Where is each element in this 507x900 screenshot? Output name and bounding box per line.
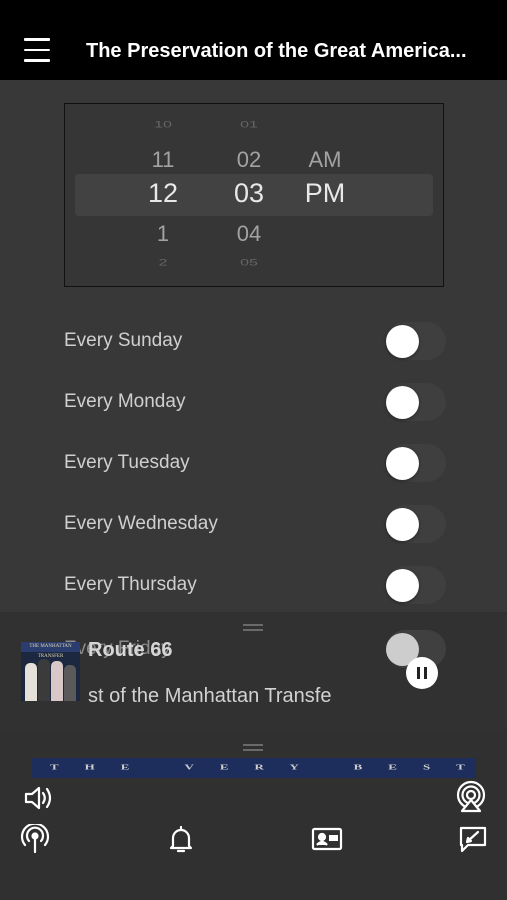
day-row-sunday: Every Sunday (64, 322, 446, 362)
podcast-icon[interactable] (20, 824, 50, 854)
minute-wheel[interactable]: 01 02 03 04 05 (209, 104, 289, 286)
album-banner-text: THE VERY BEST OF (50, 762, 476, 772)
minute-option[interactable]: 01 (209, 120, 289, 131)
minute-selected[interactable]: 03 (209, 178, 289, 209)
airplay-icon[interactable] (454, 780, 488, 814)
ampm-option[interactable]: AM (285, 147, 365, 173)
hamburger-icon[interactable] (24, 38, 50, 64)
now-playing-artist: st of the Manhattan Transfe (88, 685, 332, 707)
day-label: Every Tuesday (64, 452, 190, 473)
toggle-knob (386, 325, 419, 358)
bell-icon[interactable] (167, 824, 195, 854)
now-playing-title: Route 66 (88, 639, 173, 661)
day-label: Every Monday (64, 391, 186, 412)
bottom-panel: THE VERY BEST OF (0, 734, 507, 900)
hour-option[interactable]: 2 (123, 258, 203, 269)
day-row-thursday: Every Thursday (64, 566, 446, 606)
tuesday-toggle[interactable] (386, 444, 446, 482)
time-picker[interactable]: 10 11 12 1 2 01 02 03 04 05 AM PM (64, 103, 444, 287)
day-row-tuesday: Every Tuesday (64, 444, 446, 484)
monday-toggle[interactable] (386, 383, 446, 421)
album-art[interactable]: THE MANHATTAN TRANSFER (21, 642, 80, 701)
thursday-toggle[interactable] (386, 566, 446, 604)
ampm-wheel[interactable]: AM PM (285, 104, 365, 286)
day-row-wednesday: Every Wednesday (64, 505, 446, 545)
compose-icon[interactable] (458, 824, 488, 854)
toggle-knob (386, 508, 419, 541)
hour-option[interactable]: 1 (123, 221, 203, 247)
wednesday-toggle[interactable] (386, 505, 446, 543)
page-title: The Preservation of the Great America... (86, 40, 467, 62)
drag-handle[interactable] (243, 744, 263, 752)
pause-icon[interactable] (406, 657, 438, 689)
minute-option[interactable]: 02 (209, 147, 289, 173)
hour-option[interactable]: 11 (123, 147, 203, 173)
speaker-icon[interactable] (22, 782, 54, 814)
drag-handle[interactable] (243, 624, 263, 632)
sunday-toggle[interactable] (386, 322, 446, 360)
day-row-monday: Every Monday (64, 383, 446, 423)
album-art-logo: THE MANHATTAN TRANSFER (21, 642, 80, 659)
toggle-knob (386, 447, 419, 480)
top-bar: The Preservation of the Great America... (0, 0, 507, 80)
album-banner: THE VERY BEST OF (32, 758, 476, 778)
toggle-knob (386, 386, 419, 419)
hour-selected[interactable]: 12 (123, 178, 203, 209)
day-label: Every Thursday (64, 574, 197, 595)
minute-option[interactable]: 05 (209, 258, 289, 269)
contact-card-icon[interactable] (311, 825, 343, 853)
hour-wheel[interactable]: 10 11 12 1 2 (123, 104, 203, 286)
day-label: Every Wednesday (64, 513, 218, 534)
ampm-selected[interactable]: PM (285, 178, 365, 209)
mini-player[interactable]: Every Friday THE MANHATTAN TRANSFER Rout… (0, 612, 507, 734)
day-label: Every Sunday (64, 330, 183, 351)
toggle-knob (386, 569, 419, 602)
hour-option[interactable]: 10 (123, 120, 203, 131)
minute-option[interactable]: 04 (209, 221, 289, 247)
